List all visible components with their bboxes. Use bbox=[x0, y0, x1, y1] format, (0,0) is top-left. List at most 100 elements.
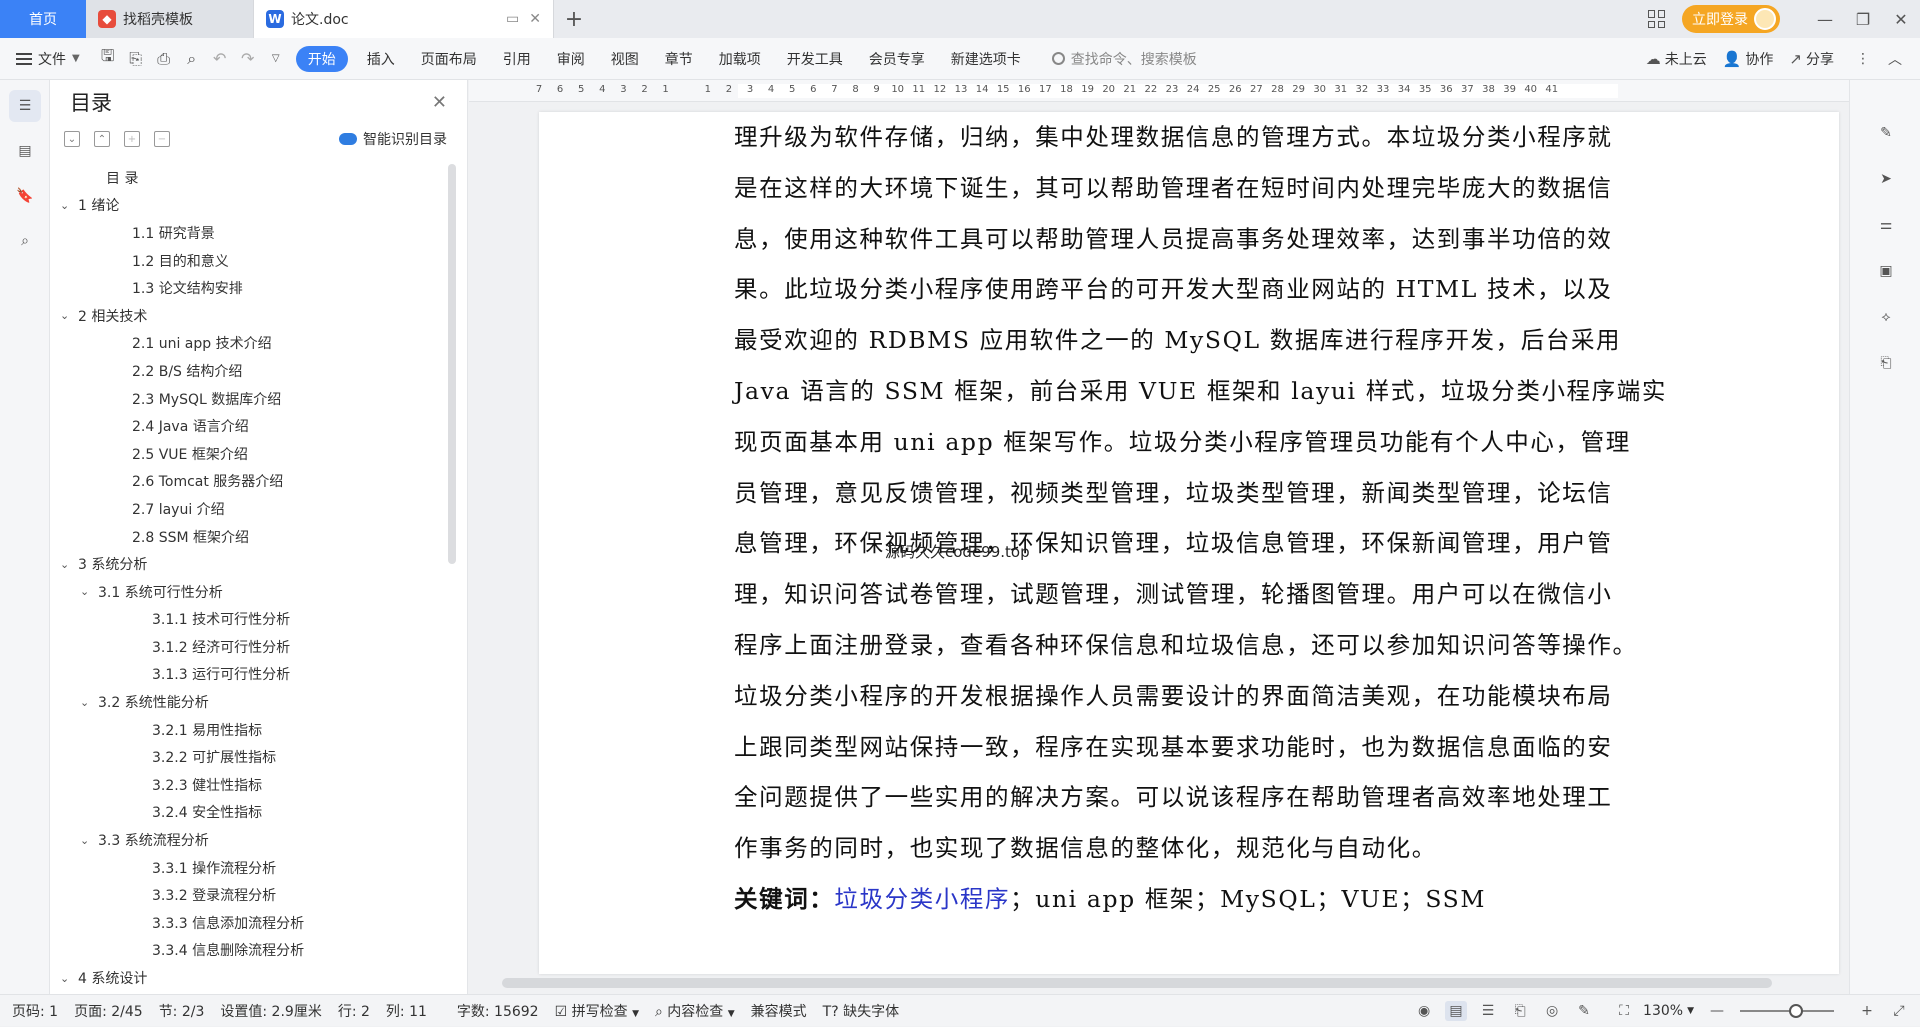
share-button[interactable]: ↗ 分享 bbox=[1789, 49, 1834, 69]
minimize-icon[interactable]: — bbox=[1806, 0, 1844, 38]
word-count[interactable]: 字数: 15692 bbox=[457, 1001, 539, 1021]
toc-scrollbar[interactable] bbox=[448, 164, 456, 564]
file-menu[interactable]: 文件 ▼ bbox=[0, 49, 94, 69]
select-cursor-icon[interactable]: ➤ bbox=[1869, 162, 1903, 196]
toc-item[interactable]: 3.2.1 易用性指标 bbox=[50, 716, 450, 744]
customize-quick-access-icon[interactable]: ▽ bbox=[262, 45, 290, 73]
close-toc-icon[interactable]: ✕ bbox=[432, 92, 447, 113]
chevron-down-icon[interactable]: ⌄ bbox=[60, 558, 74, 571]
toc-item[interactable]: 2.3 MySQL 数据库介绍 bbox=[50, 385, 450, 413]
toc-item[interactable]: 2.2 B/S 结构介绍 bbox=[50, 357, 450, 385]
document-body[interactable]: 理升级为软件存储，归纳，集中处理数据信息的管理方式。本垃圾分类小程序就 是在这样的… bbox=[734, 112, 1665, 925]
eye-protection-icon[interactable]: ◉ bbox=[1413, 1001, 1435, 1021]
toc-item[interactable]: 2.1 uni app 技术介绍 bbox=[50, 330, 450, 358]
chevron-down-icon[interactable]: ⌄ bbox=[60, 309, 74, 322]
toc-item[interactable]: 2.8 SSM 框架介绍 bbox=[50, 523, 450, 551]
toc-item[interactable]: 3.3.2 登录流程分析 bbox=[50, 881, 450, 909]
toc-item[interactable]: 3.2.3 健壮性指标 bbox=[50, 771, 450, 799]
tab-new[interactable]: 新建选项卡 bbox=[938, 46, 1034, 72]
tab-addins[interactable]: 加载项 bbox=[706, 46, 774, 72]
login-button[interactable]: 立即登录 bbox=[1682, 5, 1780, 33]
image-tools-icon[interactable]: ▣ bbox=[1869, 254, 1903, 288]
toc-item[interactable]: ⌄ 3 系统分析 bbox=[50, 550, 450, 578]
section-navigation-icon[interactable]: ▤ bbox=[9, 135, 41, 167]
tab-developer[interactable]: 开发工具 bbox=[774, 46, 856, 72]
toc-item[interactable]: 3.1.3 运行可行性分析 bbox=[50, 661, 450, 689]
toc-item[interactable]: ⌄ 3.3 系统流程分析 bbox=[50, 826, 450, 854]
zoom-in-icon[interactable]: + bbox=[1856, 1001, 1878, 1021]
zoom-slider[interactable] bbox=[1740, 1004, 1834, 1018]
chevron-down-icon[interactable]: ⌄ bbox=[80, 834, 94, 847]
zoom-slider-knob[interactable] bbox=[1789, 1004, 1804, 1018]
tab-start[interactable]: 开始 bbox=[295, 45, 348, 72]
toc-item[interactable]: 3.2.2 可扩展性指标 bbox=[50, 743, 450, 771]
tab-insert[interactable]: 插入 bbox=[354, 46, 408, 72]
bookmark-icon[interactable]: 🔖 bbox=[9, 180, 41, 212]
remove-heading-icon[interactable]: − bbox=[154, 131, 170, 147]
web-view-icon[interactable]: ◎ bbox=[1541, 1001, 1563, 1021]
tab-document[interactable]: W 论文.doc ▭ ✕ bbox=[254, 0, 554, 38]
toc-item[interactable]: 3.3.4 信息删除流程分析 bbox=[50, 937, 450, 965]
toc-item[interactable]: ⌄ 1 绪论 bbox=[50, 192, 450, 220]
spell-check-button[interactable]: ☑ 拼写检查 ▼ bbox=[555, 1001, 639, 1021]
new-tab-button[interactable]: + bbox=[554, 0, 594, 38]
toc-item[interactable]: 3.1.2 经济可行性分析 bbox=[50, 633, 450, 661]
section-count[interactable]: 节: 2/3 bbox=[159, 1001, 205, 1021]
tab-template[interactable]: ◆ 找稻壳模板 bbox=[86, 0, 254, 38]
document-page[interactable]: 理升级为软件存储，归纳，集中处理数据信息的管理方式。本垃圾分类小程序就 是在这样的… bbox=[539, 112, 1839, 974]
collapse-ribbon-icon[interactable]: ︿ bbox=[1888, 49, 1902, 69]
toc-item[interactable]: 2.4 Java 语言介绍 bbox=[50, 412, 450, 440]
pen-icon[interactable]: ✎ bbox=[1869, 116, 1903, 150]
horizontal-ruler[interactable]: 7 6 5 4 3 2 1 1 2 3 4 5 6 7 8 9 10 11 12 13 14 15 16 17 18 19 20 21… bbox=[469, 80, 1849, 102]
toc-item[interactable]: ⌄ 3.1 系统可行性分析 bbox=[50, 578, 450, 606]
pin-window-icon[interactable]: ▭ bbox=[506, 11, 519, 27]
redo-icon[interactable]: ↷ bbox=[234, 45, 262, 73]
tab-page-layout[interactable]: 页面布局 bbox=[408, 46, 490, 72]
print-preview-icon[interactable]: ⌕ bbox=[178, 45, 206, 73]
command-search[interactable]: 查找命令、搜索模板 bbox=[1051, 49, 1197, 69]
reading-mode-icon[interactable]: ⎗ bbox=[1869, 346, 1903, 380]
chevron-down-icon[interactable]: ⌄ bbox=[80, 585, 94, 598]
more-options-icon[interactable]: ⋮ bbox=[1856, 51, 1870, 67]
export-icon[interactable]: ⎘ bbox=[122, 45, 150, 73]
tab-home[interactable]: 首页 bbox=[0, 0, 86, 38]
fullscreen-icon[interactable]: ⤢ bbox=[1888, 1001, 1910, 1021]
expand-all-icon[interactable]: ⌄ bbox=[64, 131, 80, 147]
close-tab-icon[interactable]: ✕ bbox=[529, 11, 541, 27]
toc-panel-icon[interactable]: ☰ bbox=[9, 90, 41, 122]
smart-toc-button[interactable]: 智能识别目录 bbox=[339, 129, 447, 149]
toc-item[interactable]: 2.6 Tomcat 服务器介绍 bbox=[50, 468, 450, 496]
fit-page-icon[interactable]: ⛶ bbox=[1613, 1001, 1635, 1021]
chevron-down-icon[interactable]: ⌄ bbox=[80, 696, 94, 709]
row-position[interactable]: 行: 2 bbox=[338, 1001, 370, 1021]
column-position[interactable]: 列: 11 bbox=[386, 1001, 427, 1021]
tab-section[interactable]: 章节 bbox=[652, 46, 706, 72]
content-check-button[interactable]: ⌕ 内容检查 ▼ bbox=[655, 1001, 735, 1021]
zoom-out-icon[interactable]: — bbox=[1706, 1001, 1728, 1021]
tab-review[interactable]: 审阅 bbox=[544, 46, 598, 72]
write-mode-icon[interactable]: ✎ bbox=[1573, 1001, 1595, 1021]
reading-view-icon[interactable]: ⎗ bbox=[1509, 1001, 1531, 1021]
chevron-down-icon[interactable]: ▼ bbox=[1687, 1006, 1694, 1016]
keyword-link[interactable]: 垃圾分类小程序 bbox=[834, 885, 1010, 913]
collapse-all-icon[interactable]: ⌃ bbox=[94, 131, 110, 147]
toc-item[interactable]: 3.3.3 信息添加流程分析 bbox=[50, 909, 450, 937]
close-window-icon[interactable]: ✕ bbox=[1882, 0, 1920, 38]
toc-item[interactable]: 1.3 论文结构安排 bbox=[50, 274, 450, 302]
save-icon[interactable]: 🖫 bbox=[94, 45, 122, 73]
cloud-status-button[interactable]: ☁ 未上云 bbox=[1646, 49, 1707, 69]
find-icon[interactable]: ⌕ bbox=[9, 225, 41, 257]
toc-item[interactable]: 3.2.4 安全性指标 bbox=[50, 799, 450, 827]
tab-view[interactable]: 视图 bbox=[598, 46, 652, 72]
tab-references[interactable]: 引用 bbox=[490, 46, 544, 72]
print-icon[interactable]: ⎙ bbox=[150, 45, 178, 73]
add-heading-icon[interactable]: + bbox=[124, 131, 140, 147]
setting-value[interactable]: 设置值: 2.9厘米 bbox=[220, 1001, 321, 1021]
toc-item[interactable]: ⌄ 4 系统设计 bbox=[50, 964, 450, 986]
collaborate-button[interactable]: 👤 协作 bbox=[1723, 49, 1774, 69]
zoom-level[interactable]: 130% bbox=[1643, 1003, 1683, 1019]
page-code[interactable]: 页码: 1 bbox=[12, 1001, 58, 1021]
toc-item[interactable]: 3.1.1 技术可行性分析 bbox=[50, 606, 450, 634]
toc-item[interactable]: 2.5 VUE 框架介绍 bbox=[50, 440, 450, 468]
outline-view-icon[interactable]: ☰ bbox=[1477, 1001, 1499, 1021]
